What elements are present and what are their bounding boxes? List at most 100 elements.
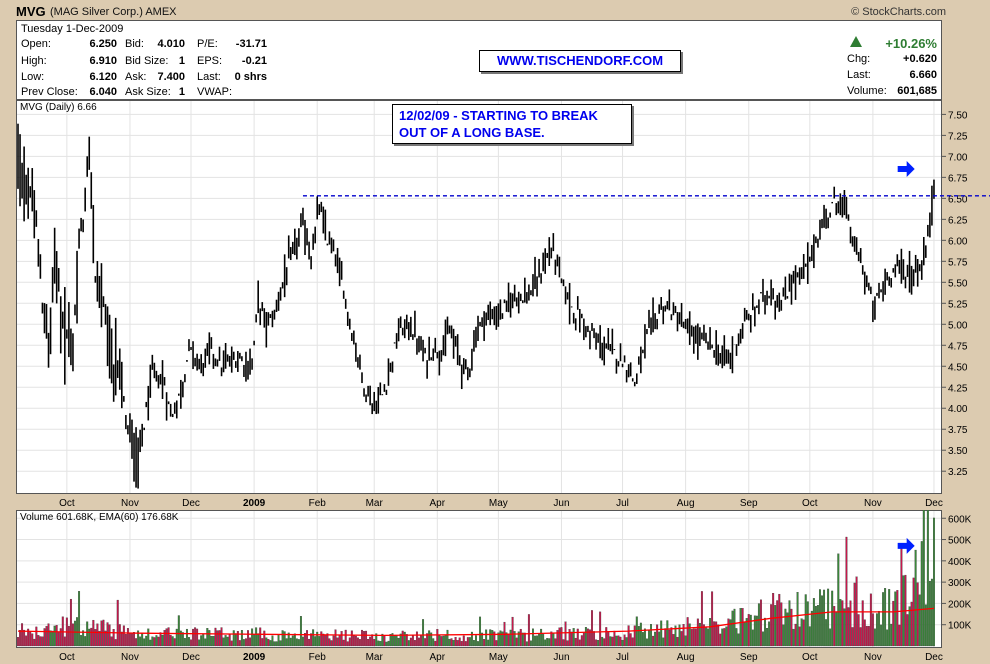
volume-bar <box>819 589 821 647</box>
volume-bar <box>668 629 671 647</box>
volume-bar <box>816 605 819 647</box>
volume-bar <box>810 610 813 647</box>
volume-bar <box>247 630 249 647</box>
volume-bar <box>277 634 280 647</box>
volume-bar <box>576 628 579 647</box>
volume-bar <box>330 640 333 647</box>
volume-bar <box>413 640 416 647</box>
volume-bar <box>483 639 486 647</box>
volume-bar <box>475 635 477 647</box>
volume-chart[interactable]: 100K 200K 300K 400K 500K 600K Oct Nov Dec 2009 Feb… <box>16 510 990 664</box>
volume-bar <box>411 635 414 647</box>
volume-bar <box>933 517 935 647</box>
volume-bar <box>584 627 587 647</box>
volume-bar <box>880 624 883 647</box>
volume-bar <box>285 638 288 647</box>
volume-bar <box>751 629 754 647</box>
eps-label: EPS: <box>197 55 223 67</box>
volume-bar <box>456 640 459 647</box>
volume-bar <box>106 622 109 647</box>
volume-bar <box>727 618 730 647</box>
volume-bar <box>222 637 225 647</box>
pe-value: -31.71 <box>235 38 267 50</box>
volume-bar <box>713 621 716 647</box>
volume-bar <box>662 637 665 647</box>
volume-bar <box>741 608 744 647</box>
brand-label[interactable]: © StockCharts.com <box>851 6 946 18</box>
ask-value: 7.400 <box>157 71 185 83</box>
volume-bar <box>529 640 532 647</box>
x-tick-label: Oct <box>802 498 818 509</box>
volume-bar <box>84 636 87 647</box>
price-chart[interactable]: 3.25 3.50 3.75 4.00 4.25 4.50 4.75 5.00 5.25 5.50… <box>16 100 990 510</box>
volume-bar <box>900 548 903 647</box>
volume-bar <box>768 621 771 647</box>
volume-bar <box>910 601 913 647</box>
volume-bar <box>731 610 734 647</box>
volume-bar <box>98 630 101 647</box>
volume-bar <box>523 632 526 647</box>
volume-tick-label: 100K <box>948 621 972 632</box>
volume-bar <box>764 617 766 647</box>
volume-bar <box>49 630 52 647</box>
volume-bar <box>894 591 897 647</box>
volume-bar <box>295 638 298 647</box>
x-tick-label: Dec <box>182 652 200 663</box>
volume-bar <box>422 619 425 647</box>
volume-bar <box>21 623 24 647</box>
volume-bar <box>318 636 321 647</box>
price-tick-label: 4.75 <box>948 341 968 352</box>
open-value: 6.250 <box>89 38 117 50</box>
volume-bar <box>358 639 361 647</box>
x-tick-label: Oct <box>59 652 75 663</box>
price-tick-label: 5.25 <box>948 299 968 310</box>
volume-bar <box>169 634 172 647</box>
volume-bar <box>438 635 441 647</box>
volume-bar <box>591 610 593 647</box>
x-tick-label: Dec <box>182 498 200 509</box>
volume-bar <box>293 633 296 647</box>
price-tick-label: 5.00 <box>948 320 968 331</box>
volume-bar <box>401 630 404 647</box>
volume-bar <box>59 628 62 647</box>
volume-bar <box>601 636 604 647</box>
volume-bar <box>365 630 368 647</box>
volume-bar <box>302 636 304 647</box>
price-tick-label: 3.25 <box>948 467 968 478</box>
volume-bar <box>570 631 573 647</box>
price-tick-label: 4.25 <box>948 383 968 394</box>
volume-bar <box>851 627 854 647</box>
volume-bar <box>181 632 184 647</box>
volume-bar <box>348 637 351 647</box>
volume-bar <box>23 629 26 647</box>
volume-bar <box>878 610 880 647</box>
volume-bar <box>776 600 779 647</box>
volume-bar <box>458 637 461 647</box>
volume-bar <box>613 630 616 647</box>
volume-bar <box>639 622 642 647</box>
company-name: (MAG Silver Corp.) AMEX <box>50 6 177 18</box>
volume-bar <box>829 628 832 647</box>
watermark-link[interactable]: WWW.TISCHENDORF.COM <box>479 50 681 72</box>
volume-bar <box>90 627 93 647</box>
prevclose-label: Prev Close: <box>21 86 78 98</box>
volume-bar <box>472 640 475 647</box>
volume-bar <box>238 640 241 647</box>
x-tick-label: Nov <box>121 652 139 663</box>
volume-bar <box>210 636 213 647</box>
volume-bar <box>487 639 490 647</box>
quote-date: Tuesday 1-Dec-2009 <box>21 23 124 35</box>
x-tick-label: Sep <box>740 498 758 509</box>
volume-bar <box>216 630 219 647</box>
volume-bar <box>525 641 528 647</box>
volume-bar <box>316 631 319 647</box>
volume-bar <box>892 600 895 647</box>
volume-bar <box>580 635 583 647</box>
volume-bar <box>527 614 530 647</box>
volume-bar <box>100 620 103 647</box>
volume-bar <box>619 636 622 647</box>
volume-bar <box>128 633 131 647</box>
volume-bar <box>141 632 144 647</box>
volume-bar <box>320 631 323 647</box>
volume-bar <box>173 638 176 647</box>
